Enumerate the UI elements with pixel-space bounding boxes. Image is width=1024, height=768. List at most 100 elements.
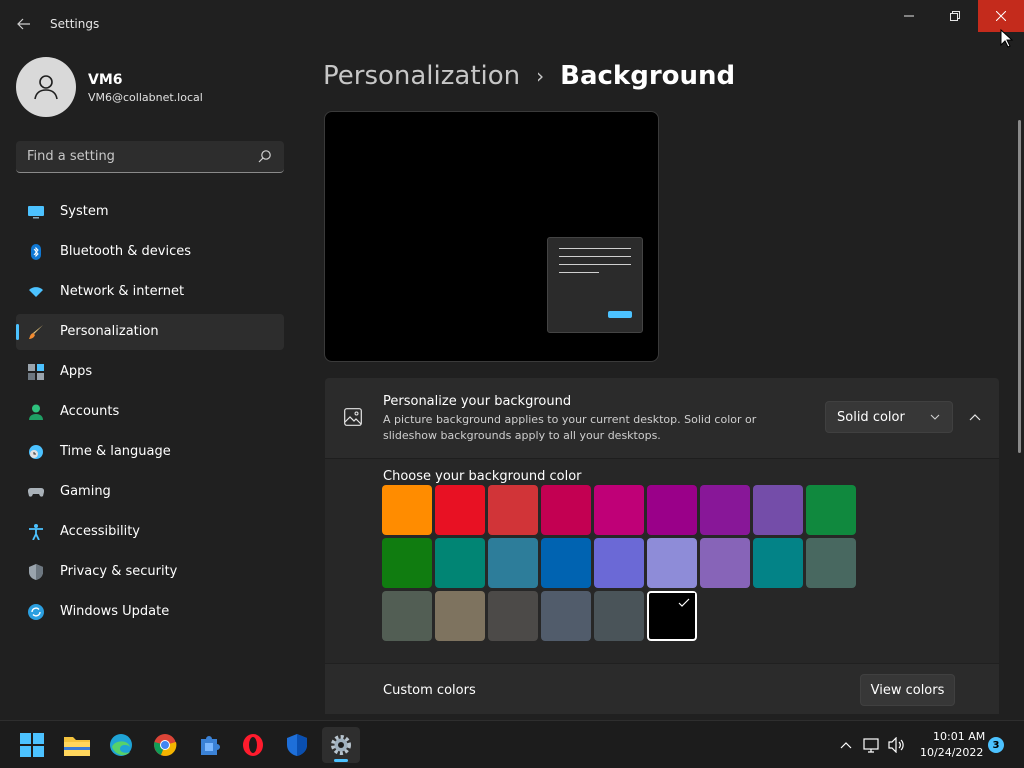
color-swatch[interactable]	[435, 485, 485, 535]
app-title: Settings	[50, 17, 100, 31]
picture-icon	[344, 408, 362, 426]
scrollbar[interactable]	[1018, 120, 1021, 453]
sidebar-item-windows-update[interactable]: Windows Update	[16, 594, 284, 630]
volume-tray-button[interactable]	[887, 735, 907, 755]
opera-icon	[243, 734, 263, 756]
color-swatch[interactable]	[806, 538, 856, 588]
color-swatch[interactable]	[541, 538, 591, 588]
sidebar-item-apps[interactable]: Apps	[16, 354, 284, 390]
sidebar-item-time-language[interactable]: Time & language	[16, 434, 284, 470]
color-swatch[interactable]	[647, 591, 697, 641]
custom-colors-row: Custom colors View colors	[325, 664, 999, 714]
clock-time[interactable]: 10:01 AM	[933, 730, 985, 743]
color-swatch[interactable]	[594, 591, 644, 641]
view-colors-button[interactable]: View colors	[860, 674, 955, 706]
color-swatch[interactable]	[488, 591, 538, 641]
color-swatch[interactable]	[700, 538, 750, 588]
taskbar-opera[interactable]	[234, 727, 272, 763]
background-type-dropdown[interactable]: Solid color	[825, 401, 953, 433]
sidebar-item-system[interactable]: System	[16, 194, 284, 230]
apps-icon	[28, 364, 44, 380]
sidebar-item-privacy[interactable]: Privacy & security	[16, 554, 284, 590]
color-swatch[interactable]	[435, 591, 485, 641]
person-icon	[34, 75, 58, 100]
sidebar-item-bluetooth[interactable]: Bluetooth & devices	[16, 234, 284, 270]
color-swatch[interactable]	[806, 485, 856, 535]
color-swatch[interactable]	[594, 485, 644, 535]
chevron-down-icon	[930, 414, 940, 420]
search-placeholder: Find a setting	[27, 149, 115, 164]
sidebar-item-accounts[interactable]: Accounts	[16, 394, 284, 430]
sidebar-item-label: Apps	[60, 364, 93, 379]
shield-icon	[287, 734, 307, 756]
sidebar-item-gaming[interactable]: Gaming	[16, 474, 284, 510]
sidebar-item-label: Windows Update	[60, 604, 170, 619]
collapse-button[interactable]	[961, 404, 989, 432]
taskbar-file-explorer[interactable]	[58, 727, 96, 763]
preview-window-mock	[547, 237, 643, 333]
network-tray-button[interactable]	[862, 735, 882, 755]
show-hidden-icons-button[interactable]	[836, 735, 856, 755]
color-swatch[interactable]	[594, 538, 644, 588]
sidebar-item-label: Bluetooth & devices	[60, 244, 191, 259]
color-swatch[interactable]	[488, 538, 538, 588]
preview-line	[559, 256, 631, 257]
avatar	[16, 57, 76, 117]
preview-line	[559, 248, 631, 249]
sidebar-item-network[interactable]: Network & internet	[16, 274, 284, 310]
taskbar-chrome[interactable]	[146, 727, 184, 763]
sidebar-item-accessibility[interactable]: Accessibility	[16, 514, 284, 550]
search-input[interactable]: Find a setting	[16, 141, 284, 173]
gear-icon	[331, 735, 351, 755]
edge-icon	[110, 734, 132, 756]
accessibility-icon	[29, 524, 43, 540]
minimize-button[interactable]	[886, 0, 932, 32]
breadcrumb: Personalization › Background	[323, 58, 735, 94]
bluetooth-icon	[31, 244, 41, 260]
background-color-panel: Choose your background color	[325, 458, 999, 663]
user-email: VM6@collabnet.local	[88, 91, 203, 104]
checkmark-icon	[673, 593, 695, 613]
user-name: VM6	[88, 72, 123, 88]
color-swatch[interactable]	[382, 538, 432, 588]
color-swatch[interactable]	[541, 591, 591, 641]
preview-line	[559, 272, 599, 273]
sidebar-item-label: Accounts	[60, 404, 120, 419]
sidebar-item-label: Privacy & security	[60, 564, 178, 579]
clock-date[interactable]: 10/24/2022	[920, 746, 983, 759]
close-button[interactable]	[978, 0, 1024, 32]
chrome-icon	[154, 734, 177, 756]
taskbar-settings[interactable]	[322, 727, 360, 763]
close-icon	[996, 11, 1006, 21]
taskbar-app-puzzle[interactable]	[190, 727, 228, 763]
sidebar-item-label: Accessibility	[60, 524, 140, 539]
brush-icon	[29, 325, 43, 339]
title-bar: Settings	[0, 0, 1024, 48]
dropdown-value: Solid color	[837, 410, 905, 425]
color-swatch[interactable]	[488, 485, 538, 535]
color-swatch[interactable]	[382, 485, 432, 535]
color-swatch[interactable]	[753, 538, 803, 588]
custom-colors-label: Custom colors	[383, 683, 476, 698]
color-swatch[interactable]	[647, 538, 697, 588]
color-swatch[interactable]	[647, 485, 697, 535]
notification-badge[interactable]: 3	[988, 737, 1004, 753]
clock-globe-icon	[29, 445, 43, 459]
color-swatch[interactable]	[541, 485, 591, 535]
taskbar-edge[interactable]	[102, 727, 140, 763]
color-swatch[interactable]	[700, 485, 750, 535]
restore-button[interactable]	[932, 0, 978, 32]
taskbar-defender[interactable]	[278, 727, 316, 763]
start-button[interactable]	[13, 727, 51, 763]
back-button[interactable]	[12, 12, 36, 36]
sidebar-item-personalization[interactable]: Personalization	[16, 314, 284, 350]
breadcrumb-parent[interactable]: Personalization	[323, 61, 520, 91]
breadcrumb-separator: ›	[536, 64, 545, 88]
color-swatch[interactable]	[435, 538, 485, 588]
shield-icon	[29, 564, 43, 580]
color-swatch[interactable]	[382, 591, 432, 641]
color-swatch[interactable]	[753, 485, 803, 535]
restore-icon	[950, 11, 960, 21]
user-profile[interactable]: VM6 VM6@collabnet.local	[16, 57, 286, 117]
card-title: Personalize your background	[383, 394, 572, 409]
